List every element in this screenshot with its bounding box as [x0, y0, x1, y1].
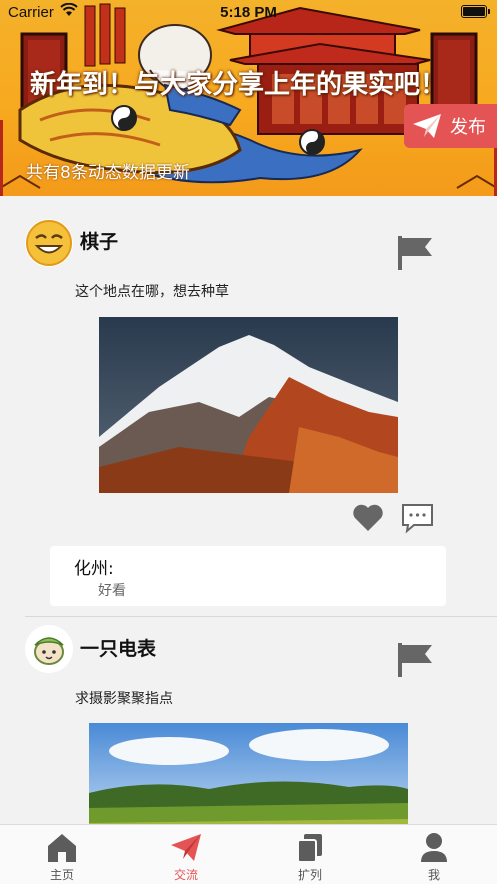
tab-exchange[interactable]: 交流	[124, 825, 248, 884]
tab-home[interactable]: 主页	[0, 825, 124, 884]
home-icon	[48, 834, 76, 862]
banner-title: 新年到！与大家分享上年的果实吧！	[30, 70, 447, 100]
post-username[interactable]: 一只电表	[80, 634, 156, 661]
avatar[interactable]	[25, 219, 73, 267]
snow-mountain-photo	[99, 317, 398, 493]
tab-label: 主页	[49, 868, 74, 882]
comment-username: 化州:	[74, 559, 114, 579]
post-card: 棋子 这个地点在哪，想去种草 化州: 好看	[0, 196, 497, 616]
tab-expand[interactable]: 扩列	[248, 825, 372, 884]
post-image[interactable]	[99, 317, 398, 493]
paper-plane-icon	[413, 114, 441, 138]
status-bar: Carrier 5:18 PM	[0, 0, 497, 24]
tab-label: 我	[427, 868, 440, 882]
comment-icon[interactable]	[400, 502, 435, 534]
status-time: 5:18 PM	[220, 4, 277, 21]
cards-icon	[297, 834, 322, 862]
tab-me[interactable]: 我	[372, 825, 496, 884]
feed-list[interactable]: 棋子 这个地点在哪，想去种草 化州: 好看 一只电表 求摄影聚聚指点	[0, 196, 497, 824]
publish-button[interactable]: 发布	[404, 104, 497, 148]
smiley-avatar-icon	[26, 220, 72, 266]
paper-plane-icon	[171, 834, 201, 861]
tab-bar: 主页 交流 扩列 我	[0, 824, 497, 884]
avatar[interactable]	[25, 625, 73, 673]
post-image[interactable]	[89, 723, 408, 824]
post-text: 这个地点在哪，想去种草	[75, 284, 229, 300]
banner[interactable]: Carrier 5:18 PM 新年到！与大家分享上年的果实吧！ 共有8条动态数…	[0, 0, 497, 196]
cartoon-avatar-icon	[25, 625, 73, 673]
report-flag-icon[interactable]	[396, 234, 434, 270]
person-icon	[421, 833, 447, 862]
post-username[interactable]: 棋子	[80, 227, 118, 254]
tab-label: 交流	[173, 868, 198, 882]
post-card: 一只电表 求摄影聚聚指点	[0, 617, 497, 824]
green-meadow-photo	[89, 723, 408, 824]
tab-label: 扩列	[297, 868, 322, 882]
banner-subtitle: 共有8条动态数据更新	[26, 163, 190, 183]
comment-item[interactable]: 化州: 好看	[50, 546, 446, 606]
comment-text: 好看	[98, 583, 126, 599]
post-text: 求摄影聚聚指点	[75, 691, 173, 707]
heart-icon[interactable]	[352, 504, 384, 532]
report-flag-icon[interactable]	[396, 641, 434, 677]
battery-icon	[461, 5, 490, 18]
publish-label: 发布	[450, 117, 486, 138]
